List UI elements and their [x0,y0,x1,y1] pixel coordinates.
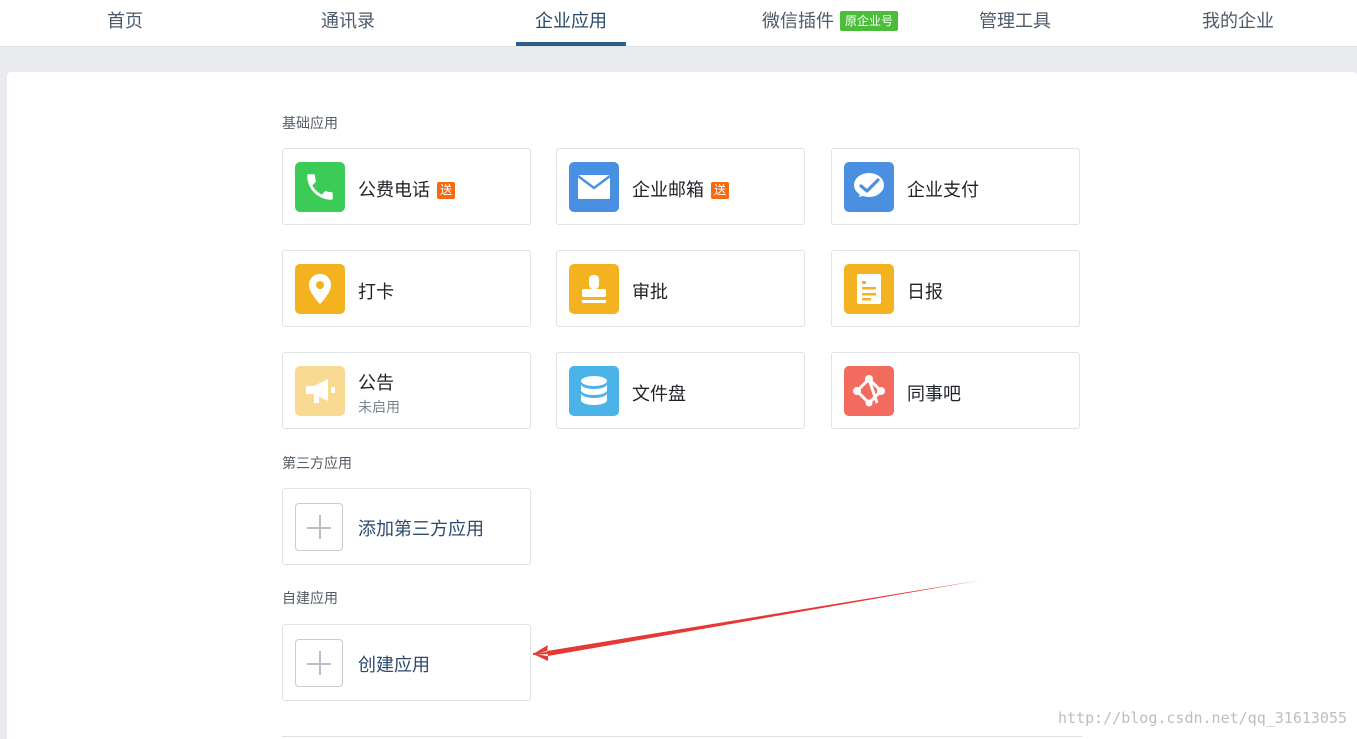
watermark-text: http://blog.csdn.net/qq_31613055 [1058,709,1347,727]
annotation-arrow [532,580,982,661]
